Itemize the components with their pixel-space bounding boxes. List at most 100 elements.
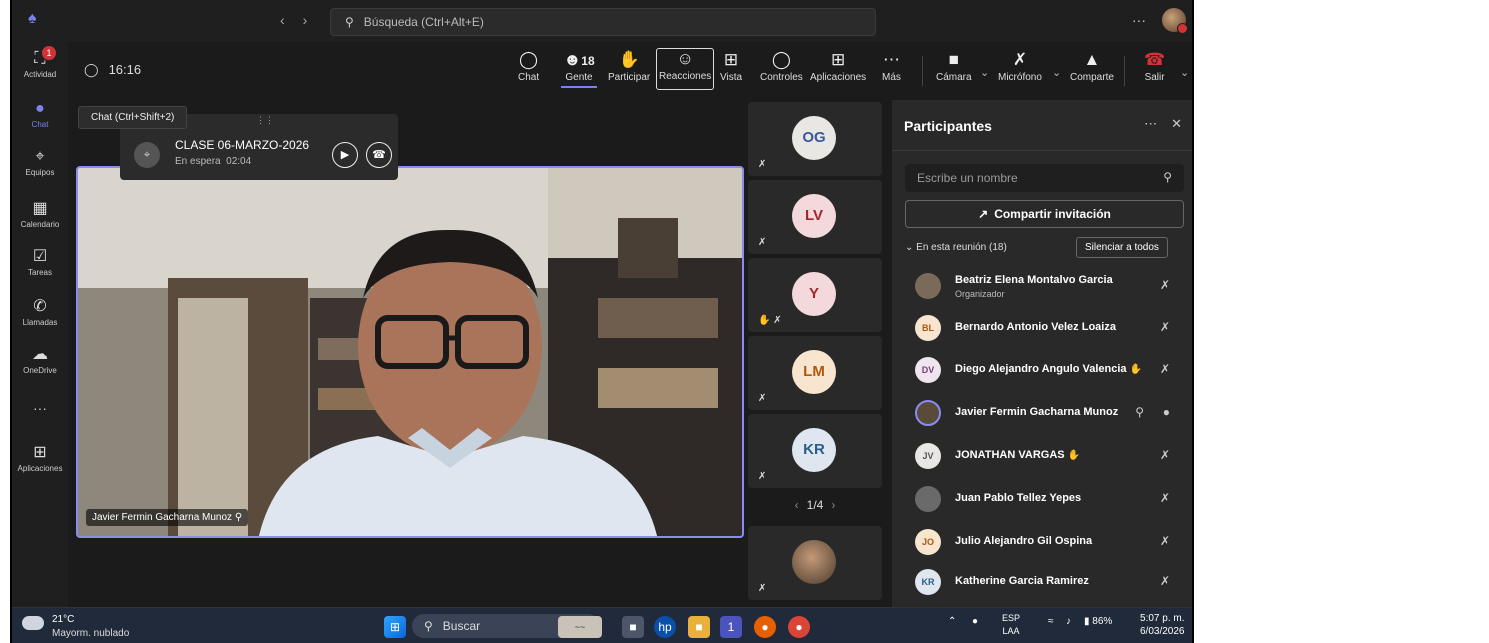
- view-button[interactable]: ⊞ Vista: [720, 50, 742, 83]
- rail-item-teams[interactable]: ⌖ Equipos: [12, 148, 68, 177]
- weather-widget[interactable]: 21°C Mayorm. nublado: [22, 612, 129, 639]
- chat-button[interactable]: ◯ Chat: [518, 50, 539, 83]
- participant-search-input[interactable]: Escribe un nombre ⚲: [905, 164, 1184, 192]
- temperature: 21°C: [52, 614, 75, 625]
- mic-label: Micrófono: [998, 72, 1042, 83]
- clock[interactable]: 5:07 p. m. 6/03/2026: [1140, 612, 1185, 638]
- rail-item-apps[interactable]: ⊞ Aplicaciones: [12, 442, 68, 473]
- chevron-right-icon[interactable]: ›: [831, 498, 835, 512]
- rail-label-calendar: Calendario: [20, 220, 60, 229]
- back-icon[interactable]: ‹: [280, 12, 285, 28]
- rail-item-calendar[interactable]: ▦ Calendario: [12, 198, 68, 229]
- windows-start-icon[interactable]: ⊞: [384, 616, 406, 638]
- volume-icon[interactable]: ♪: [1066, 616, 1071, 627]
- teams-taskbar-icon[interactable]: 1: [720, 616, 742, 638]
- reactions-button[interactable]: ☺ Reacciones: [656, 48, 715, 90]
- more-icon[interactable]: ···: [1132, 12, 1146, 28]
- chat-icon: ●: [35, 100, 45, 117]
- search-icon: ⚲: [1163, 170, 1172, 184]
- leave-button[interactable]: ☎ Salir: [1144, 50, 1165, 83]
- ellipsis-icon: ⋯: [882, 50, 900, 69]
- chat-tooltip: Chat (Ctrl+Shift+2): [78, 106, 188, 129]
- calendar-icon: ▦: [32, 200, 48, 217]
- panel-actions: ⋯ ✕: [1130, 116, 1182, 132]
- panel-title: Participantes: [904, 118, 992, 134]
- raise-hand-button[interactable]: ✋ Participar: [608, 50, 650, 83]
- close-icon[interactable]: ✕: [1171, 116, 1182, 131]
- participant-tile[interactable]: KR ✗: [748, 414, 882, 488]
- language-indicator[interactable]: ESP LAA: [1002, 612, 1020, 638]
- participant-row[interactable]: Juan Pablo Tellez Yepes ✗: [905, 479, 1184, 519]
- apps-button[interactable]: ⊞ Aplicaciones: [810, 50, 866, 83]
- participant-search-placeholder: Escribe un nombre: [917, 171, 1018, 185]
- hand-raised-icon: ✋ ✗: [758, 315, 782, 326]
- participant-row[interactable]: BL Bernardo Antonio Velez Loaiza ✗: [905, 308, 1184, 348]
- more-button[interactable]: ⋯ Más: [882, 50, 901, 83]
- view-label: Vista: [720, 72, 743, 83]
- self-view-tile[interactable]: ✗: [748, 526, 882, 600]
- more-icon[interactable]: ⋯: [1144, 116, 1157, 131]
- pin-icon[interactable]: ⚲: [1135, 405, 1144, 419]
- rail-label-onedrive: OneDrive: [23, 366, 57, 375]
- news-widget-icon[interactable]: ~~: [558, 616, 602, 638]
- rail-item-chat[interactable]: ● Chat: [12, 100, 68, 129]
- participant-row[interactable]: JV JONATHAN VARGAS ✋ ✗: [905, 436, 1184, 476]
- end-call-button[interactable]: ☎: [366, 142, 392, 168]
- hp-icon[interactable]: hp: [654, 616, 676, 638]
- rail-item-more[interactable]: ···: [12, 400, 68, 416]
- taskview-icon[interactable]: ■: [622, 616, 644, 638]
- cloud-icon: [22, 616, 44, 630]
- share-button[interactable]: ▲ Comparte: [1070, 50, 1114, 83]
- forward-icon[interactable]: ›: [303, 12, 308, 28]
- share-invite-button[interactable]: ↗ Compartir invitación: [905, 200, 1184, 228]
- mic-off-icon: ✗: [1159, 491, 1170, 505]
- participant-role: Organizador: [955, 289, 1005, 299]
- mic-off-icon: ✗: [1159, 278, 1170, 292]
- participant-row[interactable]: KR Katherine Garcia Ramirez ✗: [905, 562, 1184, 602]
- wifi-icon[interactable]: ≈: [1048, 616, 1054, 627]
- mic-off-icon: ✗: [758, 583, 767, 594]
- chrome-icon[interactable]: ●: [788, 616, 810, 638]
- chevron-down-icon[interactable]: ⌄: [980, 66, 989, 79]
- bell-icon: ⛶: [34, 50, 46, 67]
- participant-row[interactable]: DV Diego Alejandro Angulo Valencia ✋ ✗: [905, 350, 1184, 390]
- participant-row[interactable]: Javier Fermin Gacharna Munoz ⚲ ●: [905, 393, 1184, 433]
- firefox-icon[interactable]: ●: [754, 616, 776, 638]
- rail-label-apps: Aplicaciones: [17, 464, 63, 473]
- mic-button[interactable]: ✗ Micrófono: [998, 50, 1042, 83]
- participant-tile[interactable]: OG ✗: [748, 102, 882, 176]
- people-button-label: Gente: [565, 72, 593, 83]
- participant-tile[interactable]: LM ✗: [748, 336, 882, 410]
- chevron-down-icon[interactable]: ⌄: [1052, 66, 1061, 79]
- people-button[interactable]: ☻18 Gente: [561, 50, 597, 88]
- main-video-tile[interactable]: Javier Fermin Gacharna Munoz ⚲: [76, 166, 744, 538]
- battery-indicator[interactable]: ▮ 86%: [1084, 616, 1112, 627]
- file-explorer-icon[interactable]: ■: [688, 616, 710, 638]
- participant-row[interactable]: JO Julio Alejandro Gil Ospina ✗: [905, 522, 1184, 562]
- resume-button[interactable]: ▶: [332, 142, 358, 168]
- rail-item-onedrive[interactable]: ☁ OneDrive: [12, 344, 68, 375]
- profile-avatar[interactable]: [1162, 8, 1188, 34]
- camera-button[interactable]: ■ Cámara: [936, 50, 972, 83]
- drag-handle-icon[interactable]: ⋮⋮: [256, 115, 274, 126]
- call-status-label: En espera: [175, 156, 221, 167]
- participant-tile[interactable]: Y ✋ ✗: [748, 258, 882, 332]
- mic-tray-icon[interactable]: ●: [972, 616, 978, 627]
- mute-all-button[interactable]: Silenciar a todos: [1076, 237, 1168, 258]
- search-input[interactable]: ⚲ Búsqueda (Ctrl+Alt+E): [330, 8, 876, 36]
- chevron-left-icon[interactable]: ‹: [795, 498, 799, 512]
- participant-row[interactable]: Beatriz Elena Montalvo Garcia Organizado…: [905, 266, 1184, 306]
- people-icon: ☻18: [563, 50, 595, 69]
- chevron-down-icon[interactable]: ⌄: [1180, 66, 1189, 79]
- hand-raised-icon: ✋: [1067, 450, 1081, 461]
- teams-icon: ⌖: [35, 148, 45, 165]
- participant-name: Bernardo Antonio Velez Loaiza: [955, 321, 1116, 333]
- rail-item-activity[interactable]: ⛶ 1 Actividad: [12, 46, 68, 79]
- section-header[interactable]: ⌄ En esta reunión (18): [905, 242, 1007, 253]
- chevron-up-icon[interactable]: ⌃: [948, 616, 956, 627]
- participant-tile[interactable]: LV ✗: [748, 180, 882, 254]
- rail-item-tasks[interactable]: ☑ Tareas: [12, 246, 68, 277]
- controls-button[interactable]: ◯ Controles: [760, 50, 803, 83]
- rail-item-calls[interactable]: ✆ Llamadas: [12, 296, 68, 327]
- search-icon: ⚲: [424, 619, 433, 633]
